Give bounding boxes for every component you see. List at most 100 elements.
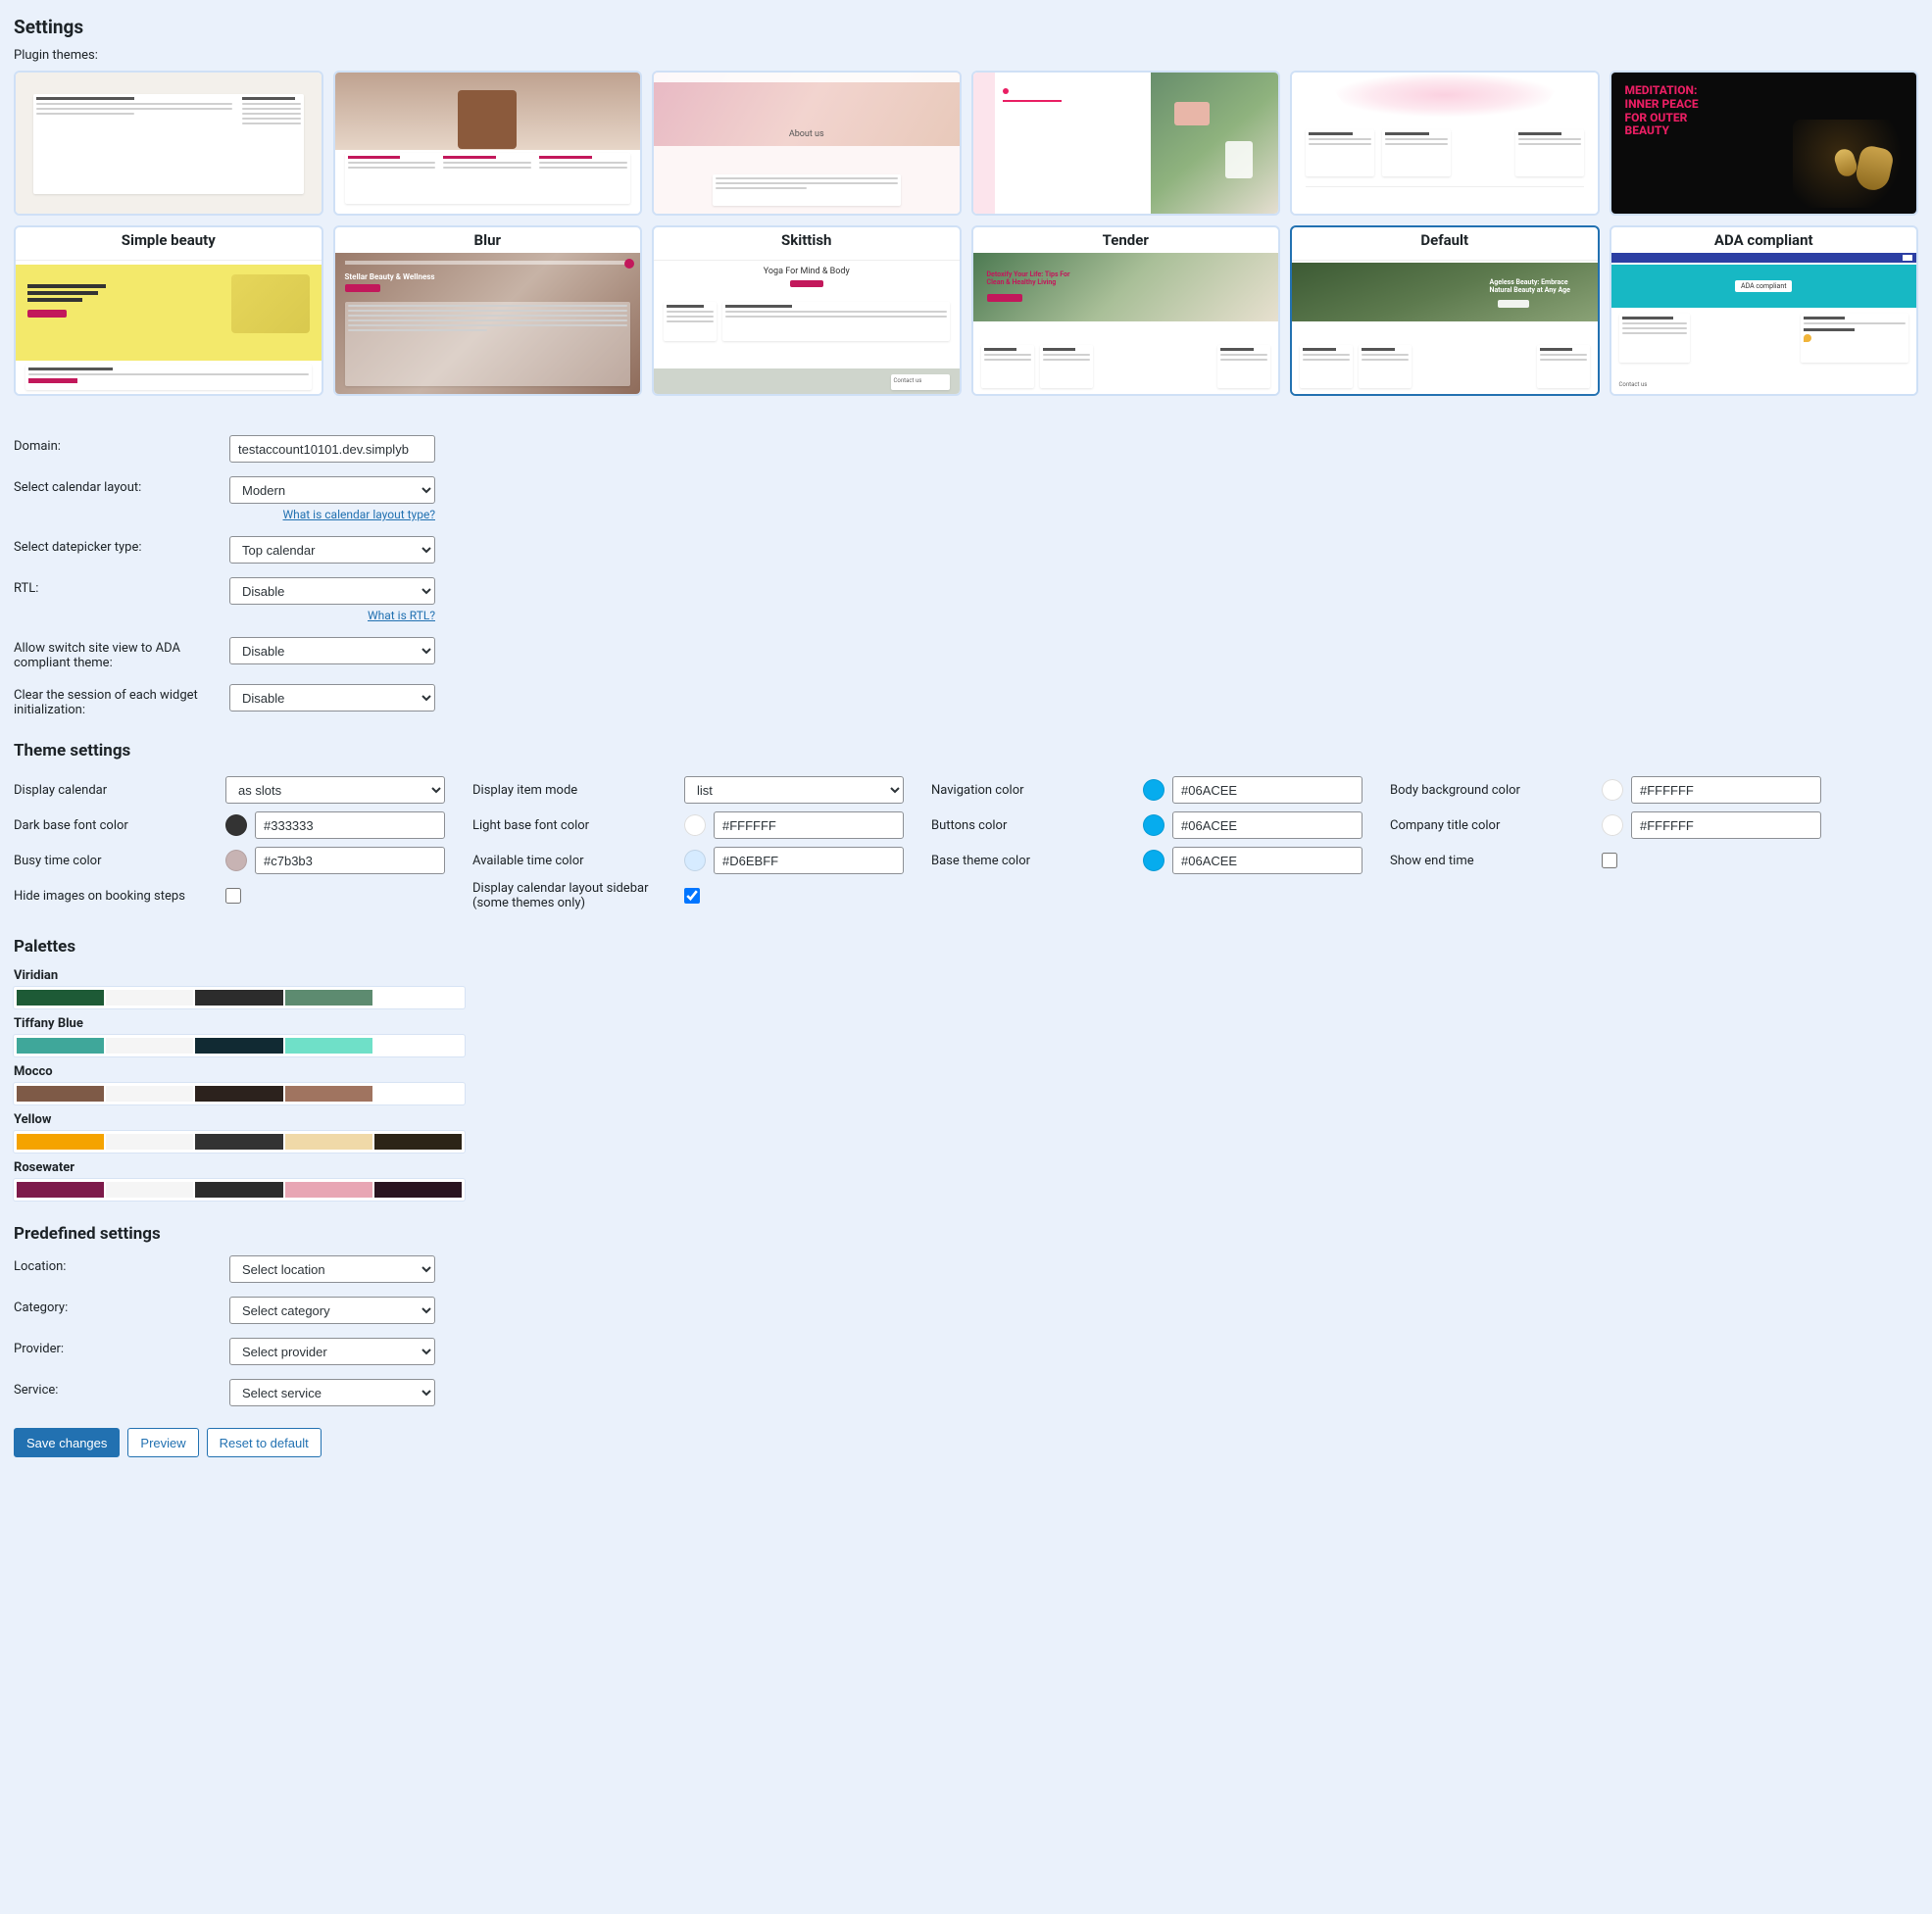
rtl-label: RTL: [14,577,229,596]
palette-chip [285,1086,372,1102]
location-select[interactable]: Select location [229,1255,435,1283]
datepicker-select[interactable]: Top calendar [229,536,435,564]
company-title-input[interactable] [1631,811,1821,839]
theme-label: ADA compliant [1611,227,1917,253]
sidebar-checkbox[interactable] [684,888,700,904]
palette-chip [374,990,462,1006]
busy-time-label: Busy time color [14,854,225,868]
theme-preview-card[interactable] [333,71,643,216]
palette-chip [195,990,282,1006]
reset-to-default-button[interactable]: Reset to default [207,1428,322,1457]
base-theme-label: Base theme color [931,854,1143,868]
display-calendar-label: Display calendar [14,783,225,798]
provider-select[interactable]: Select provider [229,1338,435,1365]
avail-time-label: Available time color [472,854,684,868]
theme-label: Default [1292,227,1598,253]
palette-chip [106,1182,193,1198]
palette-chip [195,1038,282,1054]
palette-chip [17,1134,104,1150]
category-label: Category: [14,1297,229,1315]
color-swatch[interactable] [684,850,706,871]
palette-chip [285,990,372,1006]
color-swatch[interactable] [1143,814,1164,836]
theme-preview-card[interactable]: About us [652,71,962,216]
calendar-layout-label: Select calendar layout: [14,476,229,495]
palettes-container: ViridianTiffany BlueMoccoYellowRosewater [14,968,1918,1201]
preview-button[interactable]: Preview [127,1428,198,1457]
palette-chip [195,1134,282,1150]
palettes-title: Palettes [14,937,1918,957]
theme-preview-card[interactable] [971,71,1281,216]
provider-label: Provider: [14,1338,229,1356]
palette-chip [17,1038,104,1054]
domain-input[interactable] [229,435,435,463]
palette-chip [106,1134,193,1150]
color-swatch[interactable] [225,814,247,836]
base-theme-input[interactable] [1172,847,1362,874]
predefined-title: Predefined settings [14,1224,1918,1244]
theme-card-tender[interactable]: Tender Detoxify Your Life: Tips For Clea… [971,225,1281,396]
palette-row[interactable] [14,1131,465,1153]
buttons-color-label: Buttons color [931,818,1143,833]
palette-title: Rosewater [14,1160,1918,1175]
avail-time-input[interactable] [714,847,904,874]
palette-chip [106,1038,193,1054]
item-mode-label: Display item mode [472,783,684,798]
theme-preview-card[interactable] [1290,71,1600,216]
body-bg-input[interactable] [1631,776,1821,804]
service-select[interactable]: Select service [229,1379,435,1406]
color-swatch[interactable] [1602,814,1623,836]
clear-session-select[interactable]: Disable [229,684,435,712]
palette-title: Yellow [14,1112,1918,1127]
palette-row[interactable] [14,1179,465,1201]
palette-row[interactable] [14,1035,465,1056]
rtl-help-link[interactable]: What is RTL? [368,609,435,622]
color-swatch[interactable] [1143,850,1164,871]
palette-row[interactable] [14,1083,465,1104]
calendar-layout-select[interactable]: Modern [229,476,435,504]
palette-chip [195,1182,282,1198]
theme-label: Simple beauty [16,227,322,253]
theme-card-default[interactable]: Default Ageless Beauty: Embrace Natural … [1290,225,1600,396]
palette-chip [285,1182,372,1198]
palette-title: Viridian [14,968,1918,983]
color-swatch[interactable] [225,850,247,871]
color-swatch[interactable] [1602,779,1623,801]
item-mode-select[interactable]: list [684,776,904,804]
color-swatch[interactable] [684,814,706,836]
nav-color-input[interactable] [1172,776,1362,804]
theme-preview-card[interactable] [14,71,323,216]
light-font-input[interactable] [714,811,904,839]
busy-time-input[interactable] [255,847,445,874]
calendar-layout-help-link[interactable]: What is calendar layout type? [282,508,435,521]
color-swatch[interactable] [1143,779,1164,801]
palette-chip [285,1038,372,1054]
hide-images-checkbox[interactable] [225,888,241,904]
buttons-color-input[interactable] [1172,811,1362,839]
body-bg-label: Body background color [1390,783,1602,798]
theme-preview-card[interactable]: MEDITATION:INNER PEACEFOR OUTERBEAUTY [1610,71,1919,216]
rtl-select[interactable]: Disable [229,577,435,605]
ada-switch-select[interactable]: Disable [229,637,435,664]
service-label: Service: [14,1379,229,1398]
ada-switch-label: Allow switch site view to ADA compliant … [14,637,229,670]
category-select[interactable]: Select category [229,1297,435,1324]
plugin-themes-label: Plugin themes: [14,48,1918,63]
hide-images-label: Hide images on booking steps [14,889,225,904]
theme-card-simple-beauty[interactable]: Simple beauty [14,225,323,396]
dark-font-input[interactable] [255,811,445,839]
palette-row[interactable] [14,987,465,1008]
save-changes-button[interactable]: Save changes [14,1428,120,1457]
themes-grid: About us MEDITATION:INNER PEACEFOR [14,71,1918,396]
theme-card-skittish[interactable]: Skittish Yoga For Mind & Body Contact us [652,225,962,396]
theme-card-ada-compliant[interactable]: ADA compliant ADA compliant Contact us [1610,225,1919,396]
theme-card-blur[interactable]: Blur Stellar Beauty & Wellness [333,225,643,396]
sidebar-label: Display calendar layout sidebar (some th… [472,881,684,910]
palette-chip [106,990,193,1006]
show-end-label: Show end time [1390,854,1602,868]
show-end-checkbox[interactable] [1602,853,1617,868]
display-calendar-select[interactable]: as slots [225,776,445,804]
palette-chip [17,990,104,1006]
palette-title: Tiffany Blue [14,1016,1918,1031]
location-label: Location: [14,1255,229,1274]
